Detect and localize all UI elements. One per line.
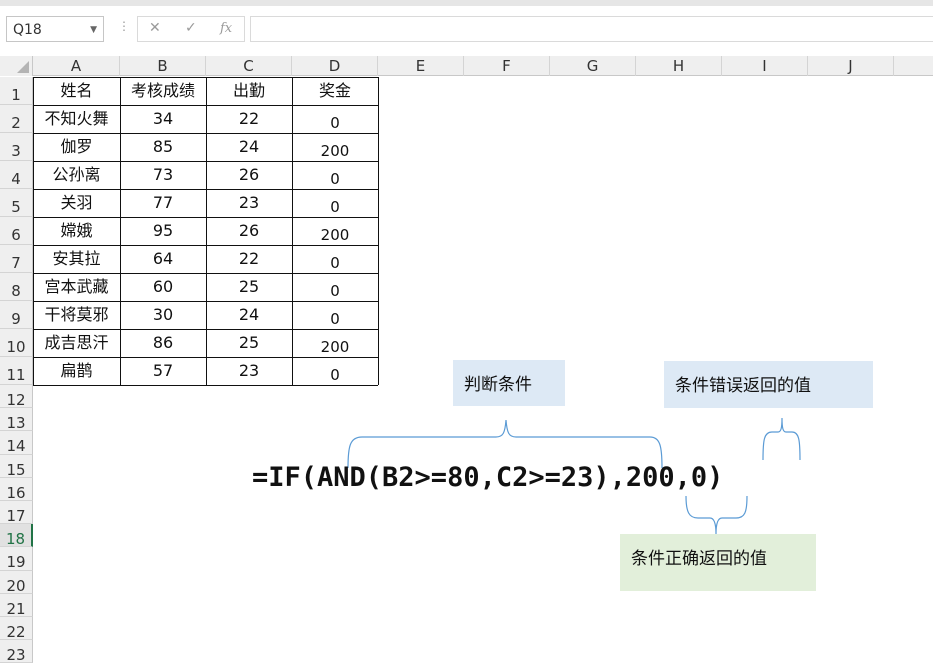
bonus-cell[interactable]: 200 xyxy=(292,329,378,357)
row-header-3[interactable]: 3 xyxy=(0,133,33,161)
value-cell[interactable]: 85 xyxy=(120,133,206,161)
value-cell[interactable]: 30 xyxy=(120,301,206,329)
name-box[interactable]: Q18 ▼ xyxy=(6,16,104,42)
insert-function-icon[interactable]: fx xyxy=(220,21,232,36)
true-value-note: 条件正确返回的值 xyxy=(620,534,816,591)
row-header-7[interactable]: 7 xyxy=(0,245,33,273)
condition-brace xyxy=(347,419,663,469)
column-header-E[interactable]: E xyxy=(378,56,464,76)
value-cell[interactable]: 23 xyxy=(206,357,292,385)
name-cell[interactable]: 公孙离 xyxy=(33,161,120,189)
header-cell[interactable]: 出勤 xyxy=(206,77,292,105)
name-cell[interactable]: 成吉思汗 xyxy=(33,329,120,357)
header-cell[interactable]: 考核成绩 xyxy=(120,77,206,105)
row-header-10[interactable]: 10 xyxy=(0,329,33,357)
row-header-21[interactable]: 21 xyxy=(0,593,33,618)
row-header-15[interactable]: 15 xyxy=(0,454,33,479)
value-cell[interactable]: 26 xyxy=(206,161,292,189)
name-cell[interactable]: 安其拉 xyxy=(33,245,120,273)
name-cell[interactable]: 伽罗 xyxy=(33,133,120,161)
column-header-H[interactable]: H xyxy=(636,56,722,76)
column-header-C[interactable]: C xyxy=(206,56,292,76)
column-header-A[interactable]: A xyxy=(33,56,120,76)
header-cell[interactable]: 姓名 xyxy=(33,77,120,105)
name-cell[interactable]: 宫本武藏 xyxy=(33,273,120,301)
column-header-D[interactable]: D xyxy=(292,56,378,76)
value-cell[interactable]: 64 xyxy=(120,245,206,273)
value-cell[interactable]: 57 xyxy=(120,357,206,385)
row-header-13[interactable]: 13 xyxy=(0,408,33,432)
select-all-corner[interactable] xyxy=(0,56,33,76)
row-header-16[interactable]: 16 xyxy=(0,477,33,502)
name-cell[interactable]: 关羽 xyxy=(33,189,120,217)
chevron-down-icon[interactable]: ▼ xyxy=(90,17,97,43)
row-header-12[interactable]: 12 xyxy=(0,385,33,409)
formula-bar: Q18 ▼ ⋮ ✕ ✓ fx xyxy=(0,6,933,51)
false-brace xyxy=(762,417,801,461)
true-value-label: 条件正确返回的值 xyxy=(631,549,767,569)
bonus-cell[interactable]: 0 xyxy=(292,189,378,217)
column-header-F[interactable]: F xyxy=(464,56,550,76)
condition-note: 判断条件 xyxy=(453,360,565,406)
false-value-label: 条件错误返回的值 xyxy=(675,376,811,396)
row-header-2[interactable]: 2 xyxy=(0,105,33,133)
value-cell[interactable]: 24 xyxy=(206,133,292,161)
name-cell[interactable]: 干将莫邪 xyxy=(33,301,120,329)
value-cell[interactable]: 77 xyxy=(120,189,206,217)
row-header-17[interactable]: 17 xyxy=(0,501,33,525)
formula-buttons: ✕ ✓ fx xyxy=(137,16,245,42)
formula-input[interactable] xyxy=(250,16,933,42)
formula-display: =IF(AND(B2>=80,C2>=23),200,0) xyxy=(252,462,724,493)
bonus-cell[interactable]: 0 xyxy=(292,105,378,133)
row-header-22[interactable]: 22 xyxy=(0,617,33,641)
cancel-icon[interactable]: ✕ xyxy=(149,20,161,36)
row-header-1[interactable]: 1 xyxy=(0,77,33,105)
value-cell[interactable]: 22 xyxy=(206,245,292,273)
bonus-cell[interactable]: 200 xyxy=(292,217,378,245)
row-header-5[interactable]: 5 xyxy=(0,189,33,217)
true-brace xyxy=(685,495,748,535)
enter-icon[interactable]: ✓ xyxy=(185,20,197,36)
column-header-B[interactable]: B xyxy=(120,56,206,76)
row-header-6[interactable]: 6 xyxy=(0,217,33,245)
row-header-4[interactable]: 4 xyxy=(0,161,33,189)
header-cell[interactable]: 奖金 xyxy=(292,77,378,105)
value-cell[interactable]: 23 xyxy=(206,189,292,217)
value-cell[interactable]: 25 xyxy=(206,329,292,357)
value-cell[interactable]: 60 xyxy=(120,273,206,301)
name-cell[interactable]: 不知火舞 xyxy=(33,105,120,133)
name-cell[interactable]: 嫦娥 xyxy=(33,217,120,245)
bonus-cell[interactable]: 0 xyxy=(292,301,378,329)
drag-handle-icon[interactable]: ⋮ xyxy=(118,20,130,32)
bonus-cell[interactable]: 0 xyxy=(292,273,378,301)
value-cell[interactable]: 26 xyxy=(206,217,292,245)
name-box-value: Q18 xyxy=(13,22,42,38)
bonus-cell[interactable]: 0 xyxy=(292,357,378,385)
false-value-note: 条件错误返回的值 xyxy=(664,361,873,408)
row-header-8[interactable]: 8 xyxy=(0,273,33,301)
row-header-9[interactable]: 9 xyxy=(0,301,33,329)
value-cell[interactable]: 25 xyxy=(206,273,292,301)
bonus-cell[interactable]: 200 xyxy=(292,133,378,161)
column-header-G[interactable]: G xyxy=(550,56,636,76)
condition-label: 判断条件 xyxy=(464,375,532,395)
value-cell[interactable]: 24 xyxy=(206,301,292,329)
value-cell[interactable]: 95 xyxy=(120,217,206,245)
name-cell[interactable]: 扁鹊 xyxy=(33,357,120,385)
bonus-cell[interactable]: 0 xyxy=(292,245,378,273)
row-header-19[interactable]: 19 xyxy=(0,547,33,571)
column-header-I[interactable]: I xyxy=(722,56,808,76)
row-header-18[interactable]: 18 xyxy=(0,524,33,548)
column-header-J[interactable]: J xyxy=(808,56,894,76)
row-header-11[interactable]: 11 xyxy=(0,357,33,385)
value-cell[interactable]: 22 xyxy=(206,105,292,133)
value-cell[interactable]: 86 xyxy=(120,329,206,357)
row-header-20[interactable]: 20 xyxy=(0,570,33,595)
value-cell[interactable]: 73 xyxy=(120,161,206,189)
bonus-cell[interactable]: 0 xyxy=(292,161,378,189)
row-header-14[interactable]: 14 xyxy=(0,431,33,455)
select-all-icon xyxy=(17,61,29,73)
value-cell[interactable]: 34 xyxy=(120,105,206,133)
